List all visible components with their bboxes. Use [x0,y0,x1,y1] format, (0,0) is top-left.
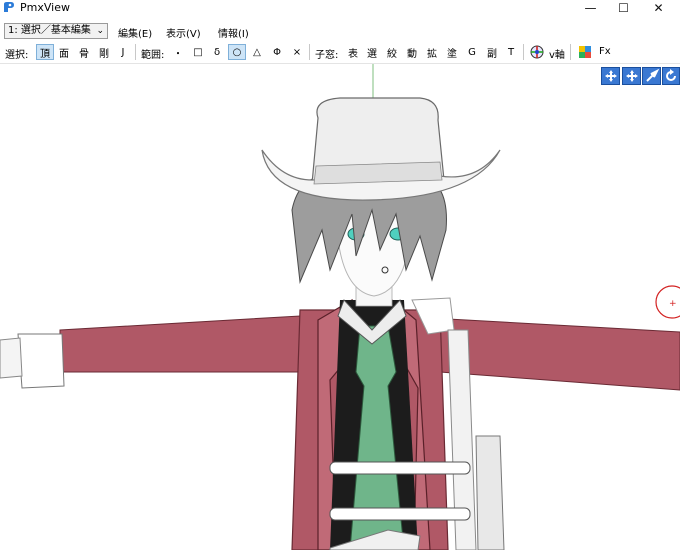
toolbar-divider [570,44,571,60]
model-render: + [0,64,680,550]
subwindow-paint-button[interactable]: 塗 [444,44,460,60]
mode-select-value: 1: 選択／基本編集 [8,25,91,36]
zoom-icon[interactable] [642,67,661,85]
mode-select[interactable]: 1: 選択／基本編集 ⌄ [4,23,108,39]
range-triangle-button[interactable]: △ [249,44,265,60]
subwindow-scale-button[interactable]: 拡 [424,44,440,60]
subwindow-sub-button[interactable]: 副 [484,44,500,60]
select-joint-button[interactable]: J [116,44,130,60]
move-xy-icon[interactable] [601,67,620,85]
axis-label: v軸 [549,50,565,61]
toolbar-divider [135,44,136,60]
range-clear-button[interactable]: × [289,44,305,60]
subwindow-filter-button[interactable]: 絞 [384,44,400,60]
axis-toggle-button[interactable] [528,44,546,60]
title-bar: PmxView — ☐ ✕ [0,0,680,15]
grid-view-button[interactable] [576,44,594,60]
minimize-button[interactable]: — [574,0,607,15]
subwindow-group-button[interactable]: G [464,44,480,60]
fx-button[interactable]: Fx [599,46,611,57]
toolbar-divider [309,44,310,60]
menu-edit[interactable]: 編集(E) [118,25,152,40]
app-icon [4,2,14,12]
move-xz-icon[interactable] [622,67,641,85]
grid-icon [579,46,591,58]
maximize-button[interactable]: ☐ [607,0,640,15]
svg-text:+: + [669,299,677,309]
subwindow-table-button[interactable]: 表 [345,44,361,60]
chevron-down-icon: ⌄ [96,26,104,36]
select-bone-button[interactable]: 骨 [76,44,92,60]
range-label: 範囲: [141,50,165,61]
range-delta-button[interactable]: δ [209,44,225,60]
menu-view[interactable]: 表示(V) [166,25,201,40]
close-button[interactable]: ✕ [642,0,675,15]
range-point-button[interactable]: ・ [170,44,186,60]
menu-info[interactable]: 情報(I) [218,25,249,40]
range-phi-button[interactable]: Φ [269,44,285,60]
subwindow-move-button[interactable]: 動 [404,44,420,60]
select-face-button[interactable]: 面 [56,44,72,60]
3d-viewport[interactable]: + [0,64,680,550]
range-circle-button[interactable]: ○ [228,44,246,60]
subwindow-t-button[interactable]: T [504,44,518,60]
subwindow-select-button[interactable]: 選 [364,44,380,60]
window-title: PmxView [20,1,70,14]
select-label: 選択: [5,50,29,61]
range-rect-button[interactable]: □ [190,44,206,60]
toolbar-divider [523,44,524,60]
select-vertex-button[interactable]: 頂 [36,44,54,60]
subwindow-label: 子窓: [315,50,339,61]
axis-globe-icon [530,45,544,59]
rotate-icon[interactable] [662,67,680,85]
select-rigidbody-button[interactable]: 剛 [96,44,112,60]
